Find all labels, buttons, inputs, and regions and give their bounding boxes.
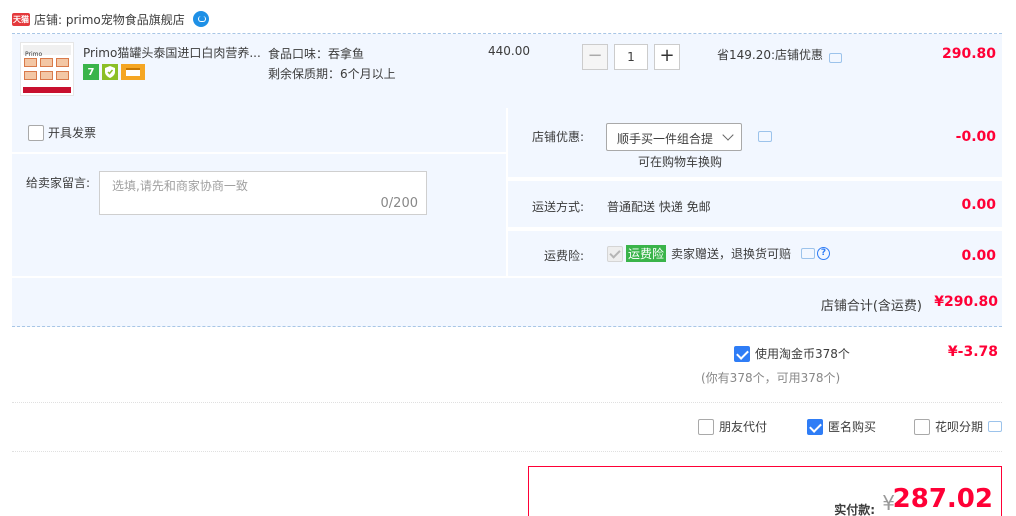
shipping-fee: 0.00	[961, 197, 996, 213]
item-total-price: 290.80	[941, 46, 996, 62]
anonymous-buy-checkbox[interactable]	[807, 418, 823, 435]
quantity-increase-button[interactable]: +	[654, 44, 680, 70]
shop-subtotal-value: ¥290.80	[934, 294, 998, 310]
shop-discount-label: 店铺优惠:	[532, 130, 585, 144]
insurance-tag: 运费险	[626, 245, 667, 262]
shipping-label: 运送方式:	[532, 200, 585, 214]
coins-checkbox[interactable]	[734, 345, 750, 362]
unit-price: 440.00	[488, 44, 530, 58]
shield-icon	[102, 64, 118, 80]
can-image	[24, 71, 37, 80]
shop-discount-value: -0.00	[955, 129, 996, 145]
insurance-row: 运费险: 运费险 卖家赠送，退换货可赔 ? 0.00	[508, 231, 1002, 276]
credit-card-icon	[121, 64, 145, 80]
coins-option[interactable]: 使用淘金币378个	[734, 345, 850, 362]
thumbnail-brand: Primo	[25, 51, 43, 58]
can-image	[56, 71, 69, 80]
message-label: 给卖家留言:	[26, 176, 91, 190]
insurance-option: 运费险 卖家赠送，退换货可赔 ?	[607, 245, 831, 262]
insurance-checkbox	[607, 245, 623, 262]
sku-shelf-life: 剩余保质期：6个月以上	[268, 67, 396, 81]
friend-pay-checkbox[interactable]	[698, 418, 714, 435]
invoice-row: 开具发票	[12, 108, 506, 154]
shop-header: 天猫 店铺: primo宠物食品旗舰店	[12, 8, 209, 30]
shop-subtotal-label: 店铺合计(含运费)	[820, 299, 922, 314]
taobao-coins-row: 使用淘金币378个 (你有378个，可用378个) ¥-3.78	[12, 328, 1002, 403]
item-discount: 省149.20:店铺优惠	[717, 46, 843, 63]
coins-discount-value: ¥-3.78	[947, 344, 998, 360]
friend-pay-label: 朋友代付	[719, 420, 768, 434]
shipping-row: 运送方式: 普通配送 快递 免邮 0.00	[508, 181, 1002, 229]
product-thumbnail[interactable]: Primo	[20, 42, 74, 96]
shop-name-link[interactable]: 店铺: primo宠物食品旗舰店	[34, 11, 185, 28]
product-title-link[interactable]: Primo猫罐头泰国进口白肉营养...	[83, 44, 263, 61]
wangwang-chat-icon[interactable]	[192, 11, 209, 27]
friend-pay-option[interactable]: 朋友代付	[698, 418, 767, 435]
quantity-stepper: − 1 +	[582, 44, 680, 70]
right-options: 店铺优惠: 顺手买一件组合提 可在购物车换购 -0.00 运送方式: 普通配送 …	[508, 108, 1002, 276]
final-payment-amount: 287.02	[892, 484, 993, 514]
thumbnail-brand-bar: Primo	[23, 45, 71, 58]
seven-day-return-icon: 7	[83, 64, 99, 80]
chevron-down-icon	[722, 129, 734, 141]
message-textarea[interactable]: 选填,请先和商家协商一致 0/200	[99, 171, 427, 215]
invoice-option[interactable]: 开具发票	[28, 124, 96, 141]
insurance-value: 0.00	[961, 248, 996, 264]
left-options: 开具发票 给卖家留言: 选填,请先和商家协商一致 0/200	[12, 108, 506, 276]
chat-bubble-icon[interactable]	[801, 248, 816, 259]
chat-bubble-icon[interactable]	[988, 421, 1002, 432]
sku-flavor: 食品口味：吞拿鱼	[268, 47, 365, 61]
thumbnail-strip	[23, 87, 71, 93]
final-payment-label: 实付款:	[834, 503, 875, 516]
shop-discount-selected: 顺手买一件组合提	[617, 132, 714, 146]
order-item-row: Primo Primo猫罐头泰国进口白肉营养... 7 食品口味：吞拿鱼 剩余保…	[12, 34, 1002, 108]
installment-option[interactable]: 花呗分期	[914, 418, 1002, 435]
can-image	[40, 58, 53, 67]
coins-available: (你有378个，可用378个)	[701, 371, 841, 385]
tmall-logo: 天猫	[12, 12, 30, 26]
anonymous-buy-option[interactable]: 匿名购买	[807, 418, 876, 435]
message-placeholder: 选填,请先和商家协商一致	[112, 179, 248, 193]
help-icon[interactable]: ?	[817, 247, 831, 260]
payment-options-row: 朋友代付 匿名购买 花呗分期	[12, 403, 1002, 452]
service-badges: 7	[83, 64, 145, 80]
shop-subtotal-row: 店铺合计(含运费) ¥290.80	[12, 278, 1002, 327]
order-options: 开具发票 给卖家留言: 选填,请先和商家协商一致 0/200 店铺优惠: 顺手买…	[12, 108, 1002, 276]
cart-exchange-note: 可在购物车换购	[638, 155, 723, 169]
invoice-checkbox[interactable]	[28, 124, 44, 141]
invoice-label: 开具发票	[48, 126, 97, 140]
insurance-text: 卖家赠送，退换货可赔	[671, 247, 792, 261]
insurance-label: 运费险:	[544, 249, 585, 263]
message-char-count: 0/200	[380, 196, 418, 211]
installment-label: 花呗分期	[935, 420, 984, 434]
final-payment-box: 实付款: ¥ 287.02	[528, 466, 1002, 516]
quantity-input[interactable]: 1	[614, 44, 648, 70]
shipping-method: 普通配送 快递 免邮	[607, 200, 711, 214]
message-row: 给卖家留言: 选填,请先和商家协商一致 0/200	[12, 154, 506, 276]
product-sku: 食品口味：吞拿鱼 剩余保质期：6个月以上	[268, 44, 396, 84]
can-image	[40, 71, 53, 80]
quantity-decrease-button[interactable]: −	[582, 44, 608, 70]
shop-discount-row: 店铺优惠: 顺手买一件组合提 可在购物车换购 -0.00	[508, 108, 1002, 179]
chat-bubble-icon[interactable]	[758, 131, 772, 142]
coins-label: 使用淘金币378个	[755, 347, 850, 361]
can-image	[56, 58, 69, 67]
can-image	[24, 58, 37, 67]
discount-text: 省149.20:店铺优惠	[717, 48, 824, 62]
chat-bubble-icon[interactable]	[829, 52, 843, 63]
shop-discount-select[interactable]: 顺手买一件组合提	[606, 123, 742, 151]
anonymous-buy-label: 匿名购买	[828, 420, 877, 434]
installment-checkbox[interactable]	[914, 418, 930, 435]
